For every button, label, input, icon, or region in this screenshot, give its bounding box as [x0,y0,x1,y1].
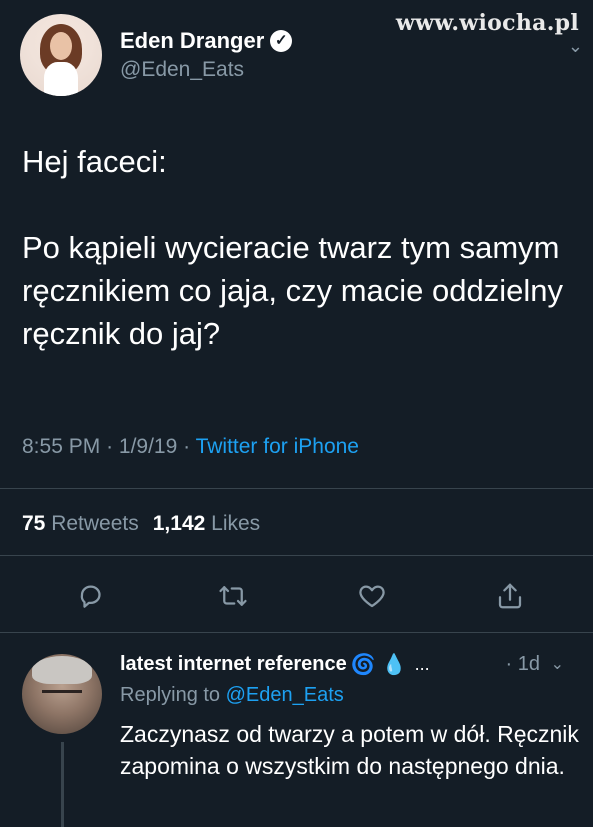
like-button[interactable] [354,578,390,614]
watermark-logo: www.wiocha.pl [395,10,579,36]
tweet-stats: 75 Retweets 1,142 Likes [22,512,260,536]
reply-header: latest internet reference 🌀 💧 ... · 1d ⌄ [120,652,580,677]
reply-author-name[interactable]: latest internet reference [120,653,347,676]
tweet-header: Eden Dranger ✓ @Eden_Eats [20,14,293,96]
retweet-icon [219,586,247,606]
reply-text: Zaczynasz od twarzy a potem w dół. Ręczn… [120,721,579,779]
tweet-text-line1: Hej faceci: [22,144,167,179]
divider [0,488,593,489]
author-display-name[interactable]: Eden Dranger ✓ [120,28,293,54]
droplet-emoji-icon: 💧 [381,654,407,676]
share-icon [498,583,522,609]
meta-separator: · [106,435,119,458]
tweet-time: 8:55 PM [22,435,101,458]
tweet-date: 1/9/19 [118,435,178,458]
reply-icon [80,585,101,608]
tweet-text-line2: Po kąpieli wycieracie twarz tym samym rę… [22,230,563,351]
reply-button[interactable] [74,578,110,614]
reply-time[interactable]: · 1d [506,653,540,676]
share-button[interactable] [492,578,528,614]
heart-icon [359,585,385,608]
likes-label: Likes [211,512,261,535]
author-names: Eden Dranger ✓ @Eden_Eats [120,28,293,82]
reply-time-value: 1d [517,653,540,675]
chevron-down-icon[interactable]: ⌄ [551,654,564,674]
likes-stat[interactable]: 1,142 Likes [153,512,260,535]
tweet-source-link[interactable]: Twitter for iPhone [196,435,359,458]
cyclone-emoji-icon: 🌀 [350,654,376,676]
divider [0,555,593,556]
replying-to-prefix: Replying to [120,684,221,706]
replying-to-handle[interactable]: @Eden_Eats [226,684,344,706]
likes-count: 1,142 [152,512,206,535]
verified-badge-icon: ✓ [270,30,293,52]
thread-line [61,742,64,827]
meta-separator: · [183,435,196,458]
author-name-text[interactable]: Eden Dranger [120,28,264,54]
reply-author-avatar[interactable] [22,654,102,734]
retweets-label: Retweets [51,512,139,535]
author-handle[interactable]: @Eden_Eats [120,58,292,82]
retweets-count: 75 [22,512,46,535]
name-ellipsis: ... [414,654,430,674]
chevron-down-icon[interactable]: ⌄ [568,36,583,57]
retweet-button[interactable] [215,578,251,614]
divider [0,632,593,633]
tweet-actions [0,578,593,614]
replying-to: Replying to @Eden_Eats [120,684,344,707]
retweets-stat[interactable]: 75 Retweets [22,512,139,535]
tweet-meta: 8:55 PM · 1/9/19 · Twitter for iPhone [22,435,359,459]
tweet-text: Hej faceci: Po kąpieli wycieracie twarz … [22,140,582,355]
author-avatar[interactable] [20,14,102,96]
